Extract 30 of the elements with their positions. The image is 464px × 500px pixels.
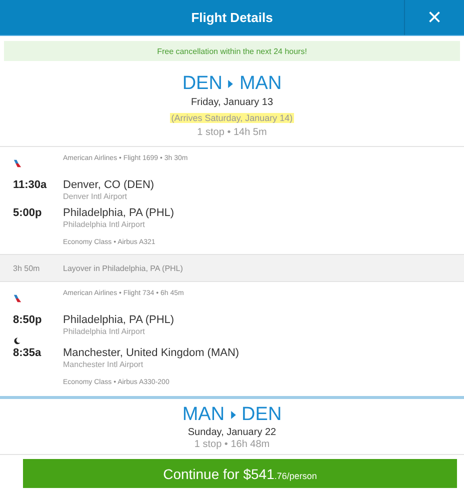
origin-code: MAN bbox=[182, 404, 225, 426]
city-name: Philadelphia, PA (PHL) bbox=[63, 207, 174, 219]
departure-date: Sunday, January 22 bbox=[186, 427, 278, 438]
airport-name: Philadelphia Intl Airport bbox=[63, 327, 146, 336]
window-title: Flight Details bbox=[190, 9, 274, 27]
airport-name: Denver Intl Airport bbox=[63, 192, 128, 201]
arrival-note: (Arrives Saturday, January 14) bbox=[170, 113, 294, 123]
flight-time: 5:00p bbox=[12, 207, 43, 219]
destination-code: DEN bbox=[242, 404, 282, 426]
airline-logo-icon bbox=[13, 159, 22, 168]
city-name: Manchester, United Kingdom (MAN) bbox=[63, 347, 240, 359]
flight-time: 8:35a bbox=[12, 347, 42, 359]
flight-time: 11:30a bbox=[12, 179, 48, 191]
continue-button[interactable]: Continue for $541.76/person bbox=[23, 459, 457, 488]
origin-code: DEN bbox=[182, 73, 222, 95]
layover-duration: 3h 50m bbox=[12, 264, 41, 272]
city-name: Philadelphia, PA (PHL) bbox=[63, 314, 174, 326]
arrow-icon bbox=[228, 80, 234, 88]
destination-code: MAN bbox=[239, 73, 282, 95]
airport-name: Philadelphia Intl Airport bbox=[63, 220, 146, 229]
trip-summary: 1 stop • 14h 5m bbox=[196, 127, 268, 138]
city-name: Denver, CO (DEN) bbox=[63, 179, 154, 191]
arrow-icon bbox=[230, 411, 236, 419]
flight-time: 8:50p bbox=[12, 314, 43, 326]
departure-date: Friday, January 13 bbox=[190, 97, 274, 108]
airline-logo-icon bbox=[13, 294, 22, 303]
cancellation-banner: Free cancellation within the next 24 hours! bbox=[4, 41, 460, 61]
airport-name: Manchester Intl Airport bbox=[63, 360, 144, 369]
layover-text: Layover in Philadelphia, PA (PHL) bbox=[63, 264, 183, 272]
trip-summary: 1 stop • 16h 48m bbox=[193, 439, 271, 450]
